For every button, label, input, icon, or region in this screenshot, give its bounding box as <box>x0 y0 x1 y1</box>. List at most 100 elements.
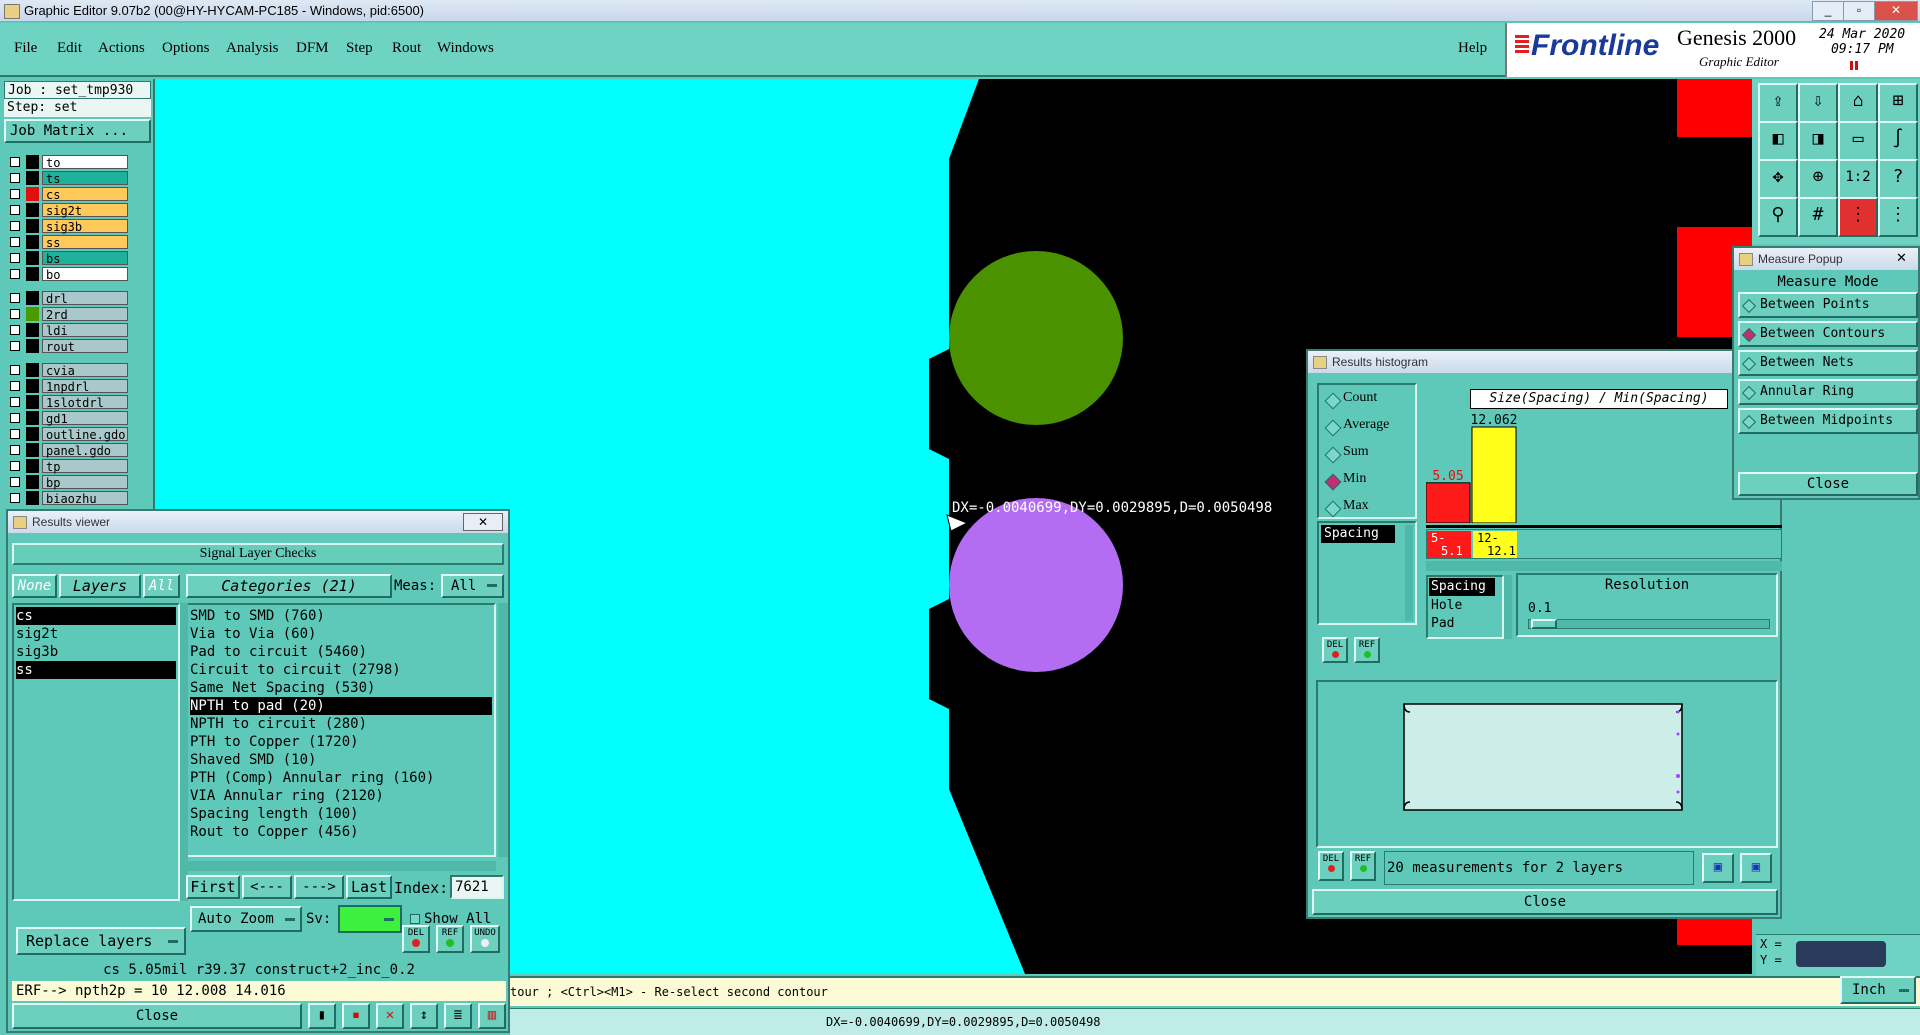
hist-del-button[interactable]: DEL <box>1322 637 1348 663</box>
layer-name[interactable]: 2rd <box>42 307 128 322</box>
hist-ref-button[interactable]: REF <box>1354 637 1380 663</box>
purple-pad[interactable] <box>949 498 1123 672</box>
layer-checkbox[interactable] <box>10 309 20 319</box>
categories-list[interactable]: SMD to SMD (760) Via to Via (60) Pad to ci… <box>186 603 496 857</box>
ref-button[interactable]: REF <box>436 925 464 953</box>
category-item[interactable]: Via to Via (60) <box>190 625 492 643</box>
category-item[interactable]: PTH to Copper (1720) <box>190 733 492 751</box>
zoom-out-icon[interactable]: ⊕ <box>1798 159 1838 199</box>
measure-mode-annular-ring[interactable]: Annular Ring <box>1738 379 1918 405</box>
layer-checkbox[interactable] <box>10 293 20 303</box>
layer-checkbox[interactable] <box>10 205 20 215</box>
layer-toggle-icon[interactable]: ⋮ <box>1878 197 1918 237</box>
menu-edit[interactable]: Edit <box>57 40 82 57</box>
menu-step[interactable]: Step <box>346 40 373 57</box>
category-item[interactable]: Circuit to circuit (2798) <box>190 661 492 679</box>
category-item[interactable]: Rout to Copper (456) <box>190 823 492 841</box>
replace-layers-dropdown[interactable]: Replace layers <box>16 927 186 955</box>
measure-mode-between-midpoints[interactable]: Between Midpoints <box>1738 408 1918 434</box>
layer-checkbox[interactable] <box>10 189 20 199</box>
snap-grid-icon[interactable]: # <box>1798 197 1838 237</box>
units-dropdown[interactable]: Inch <box>1840 976 1916 1004</box>
save-icon[interactable]: ⇩ <box>1798 83 1838 123</box>
layer-checkbox[interactable] <box>10 381 20 391</box>
category-item[interactable]: Shaved SMD (10) <box>190 751 492 769</box>
layer-row[interactable]: to <box>6 155 146 170</box>
layer-name[interactable]: outline.gdo <box>42 427 128 442</box>
sv-color-dropdown[interactable] <box>338 905 402 933</box>
categories-button[interactable]: Categories (21) <box>186 574 392 598</box>
layer-checkbox[interactable] <box>10 493 20 503</box>
results-layer-item[interactable]: sig3b <box>16 643 176 661</box>
results-viewer-close-icon[interactable]: ✕ <box>463 513 503 531</box>
layer-row[interactable]: ss <box>6 235 146 250</box>
preview-del-button[interactable]: DEL <box>1318 851 1344 881</box>
layer-row[interactable]: biaozhu <box>6 491 146 506</box>
show-all-checkbox[interactable] <box>410 914 420 924</box>
category-item[interactable]: PTH (Comp) Annular ring (160) <box>190 769 492 787</box>
resolution-slider-handle[interactable] <box>1531 619 1557 629</box>
job-matrix-button[interactable]: Job Matrix ... <box>4 119 151 143</box>
category-item[interactable]: NPTH to pad (20) <box>190 697 492 715</box>
layer-name[interactable]: bo <box>42 267 128 282</box>
layer-row[interactable]: bp <box>6 475 146 490</box>
histogram-bar[interactable] <box>1471 426 1517 524</box>
results-layer-list[interactable]: cs sig2t sig3b ss <box>12 603 180 901</box>
clear-icon[interactable]: ✕ <box>376 1003 404 1029</box>
layer-row[interactable]: ts <box>6 171 146 186</box>
scale-icon[interactable]: 1:2 <box>1838 159 1878 199</box>
layer-checkbox[interactable] <box>10 269 20 279</box>
layer-name[interactable]: ts <box>42 171 128 186</box>
layer-checkbox[interactable] <box>10 237 20 247</box>
type-item-hole[interactable]: Hole <box>1429 597 1495 615</box>
categories-scrollbar[interactable] <box>498 603 508 857</box>
first-button[interactable]: First <box>186 875 240 899</box>
layer-list-scrollbar[interactable] <box>180 603 188 901</box>
type-list-scrollbar[interactable] <box>1504 575 1512 639</box>
category-item[interactable]: Same Net Spacing (530) <box>190 679 492 697</box>
prev-button[interactable]: <--- <box>242 875 292 899</box>
restore-button[interactable]: ▫ <box>1843 1 1875 21</box>
measure-icon[interactable]: ⚲ <box>1758 197 1798 237</box>
measure-mode-between-points[interactable]: Between Points <box>1738 292 1918 318</box>
layer-name[interactable]: bs <box>42 251 128 266</box>
undo-button[interactable]: UNDO <box>470 925 500 953</box>
layer-name[interactable]: biaozhu <box>42 491 128 506</box>
layer-name[interactable]: bp <box>42 475 128 490</box>
layer-name[interactable]: 1npdrl <box>42 379 128 394</box>
layer-row[interactable]: 2rd <box>6 307 146 322</box>
report-icon[interactable]: ≣ <box>444 1003 472 1029</box>
layer-name[interactable]: gd1 <box>42 411 128 426</box>
categories-hscrollbar[interactable] <box>186 861 496 871</box>
layer-checkbox[interactable] <box>10 341 20 351</box>
layer-name[interactable]: sig2t <box>42 203 128 218</box>
menu-actions[interactable]: Actions <box>98 40 145 57</box>
layer-name[interactable]: sig3b <box>42 219 128 234</box>
zoom-next-icon[interactable]: ▣ <box>1740 853 1772 883</box>
layer-row[interactable]: cs <box>6 187 146 202</box>
layer-checkbox[interactable] <box>10 253 20 263</box>
layer-checkbox[interactable] <box>10 221 20 231</box>
mode-radio-count[interactable] <box>1324 392 1342 410</box>
net-highlight-icon[interactable]: ⋮ <box>1838 197 1878 237</box>
layer-name[interactable]: to <box>42 155 128 170</box>
layer-checkbox[interactable] <box>10 157 20 167</box>
mode-radio-max[interactable] <box>1324 500 1342 518</box>
meas-dropdown[interactable]: All <box>441 574 504 598</box>
layer-name[interactable]: cvia <box>42 363 128 378</box>
none-button[interactable]: None <box>12 574 57 598</box>
sort-icon[interactable]: ↕ <box>410 1003 438 1029</box>
histogram-bar[interactable] <box>1425 482 1471 524</box>
measure-mode-between-nets[interactable]: Between Nets <box>1738 350 1918 376</box>
measure-mode-between-contours[interactable]: Between Contours <box>1738 321 1918 347</box>
layer-checkbox[interactable] <box>10 413 20 423</box>
histogram-close-button[interactable]: Close <box>1312 889 1778 915</box>
layer-row[interactable]: tp <box>6 459 146 474</box>
zoom-fit-icon[interactable]: ▭ <box>1838 121 1878 161</box>
layer-name[interactable]: panel.gdo <box>42 443 128 458</box>
histogram-list-item[interactable]: Spacing <box>1321 525 1395 543</box>
layer-checkbox[interactable] <box>10 325 20 335</box>
chart-hscrollbar[interactable] <box>1426 561 1782 571</box>
layer-name[interactable]: rout <box>42 339 128 354</box>
menu-help[interactable]: Help <box>1458 40 1487 57</box>
